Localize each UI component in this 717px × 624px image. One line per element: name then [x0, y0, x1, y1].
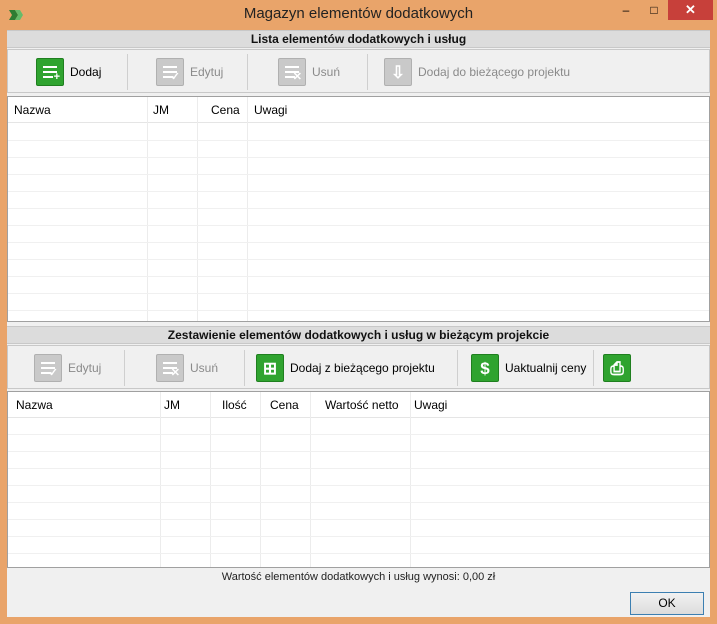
add-to-project-label: Dodaj do bieżącego projektu	[418, 65, 571, 79]
add-button-label: Dodaj	[70, 65, 102, 79]
edit-button[interactable]: ✓ Edytuj	[156, 55, 223, 89]
edit-list-icon: ✓	[34, 354, 62, 382]
window-title: Magazyn elementów dodatkowych	[243, 5, 474, 22]
edit-list-icon: ✓	[156, 58, 184, 86]
column-header-notes[interactable]: Uwagi	[408, 392, 447, 418]
import-arrow-icon: ⇩	[384, 58, 412, 86]
catalog-section-header: Lista elementów dodatkowych i usług	[7, 30, 710, 48]
project-section-header: Zestawienie elementów dodatkowych i usłu…	[7, 326, 710, 344]
project-delete-button[interactable]: ✕ Usuń	[156, 351, 218, 385]
column-header-name[interactable]: Nazwa	[10, 392, 53, 418]
minimize-icon[interactable]: –	[612, 0, 640, 20]
catalog-grid[interactable]: Nazwa JM Cena Uwagi	[7, 96, 710, 322]
project-toolbar: ✓ Edytuj ✕ Usuń ⊞ Dodaj z bieżącego proj…	[7, 345, 710, 389]
project-delete-label: Usuń	[190, 361, 219, 375]
column-header-price[interactable]: Cena	[205, 97, 240, 123]
close-icon[interactable]: ✕	[668, 0, 713, 20]
delete-button-label: Usuń	[312, 65, 341, 79]
add-from-project-button[interactable]: ⊞ Dodaj z bieżącego projektu	[256, 351, 435, 385]
add-button[interactable]: + Dodaj	[36, 55, 101, 89]
project-edit-button[interactable]: ✓ Edytuj	[34, 351, 101, 385]
add-list-icon: +	[36, 58, 64, 86]
project-grid-header: Nazwa JM Ilość Cena Wartość netto Uwagi	[8, 392, 709, 418]
dollar-icon: $	[471, 354, 499, 382]
project-grid[interactable]: Nazwa JM Ilość Cena Wartość netto Uwagi	[7, 391, 710, 568]
column-header-price[interactable]: Cena	[264, 392, 299, 418]
column-header-notes[interactable]: Uwagi	[248, 97, 287, 123]
update-prices-label: Uaktualnij ceny	[505, 361, 587, 375]
add-square-icon: ⊞	[256, 354, 284, 382]
edit-button-label: Edytuj	[190, 65, 224, 79]
project-edit-label: Edytuj	[68, 361, 102, 375]
application-window: Magazyn elementów dodatkowych – □ ✕ List…	[0, 0, 717, 624]
maximize-icon[interactable]: □	[640, 0, 668, 20]
printer-icon: ⎙	[603, 354, 631, 382]
add-to-project-button[interactable]: ⇩ Dodaj do bieżącego projektu	[384, 55, 570, 89]
total-value-summary: Wartość elementów dodatkowych i usług wy…	[221, 571, 496, 583]
delete-button[interactable]: ✕ Usuń	[278, 55, 340, 89]
column-header-name[interactable]: Nazwa	[8, 97, 51, 123]
column-header-unit[interactable]: JM	[158, 392, 180, 418]
dialog-client: Lista elementów dodatkowych i usług + Do…	[7, 30, 710, 617]
update-prices-button[interactable]: $ Uaktualnij ceny	[471, 351, 586, 385]
ok-button[interactable]: OK	[630, 592, 704, 615]
column-header-quantity[interactable]: Ilość	[216, 392, 247, 418]
add-from-project-label: Dodaj z bieżącego projektu	[290, 361, 435, 375]
print-button[interactable]: ⎙	[603, 351, 637, 385]
delete-list-icon: ✕	[278, 58, 306, 86]
delete-list-icon: ✕	[156, 354, 184, 382]
catalog-grid-header: Nazwa JM Cena Uwagi	[8, 97, 709, 123]
column-header-net-value[interactable]: Wartość netto	[319, 392, 399, 418]
title-bar: Magazyn elementów dodatkowych – □ ✕	[0, 0, 717, 30]
column-header-unit[interactable]: JM	[147, 97, 169, 123]
catalog-toolbar: + Dodaj ✓ Edytuj ✕ Usuń ⇩ Dodaj do bieżą…	[7, 49, 710, 93]
